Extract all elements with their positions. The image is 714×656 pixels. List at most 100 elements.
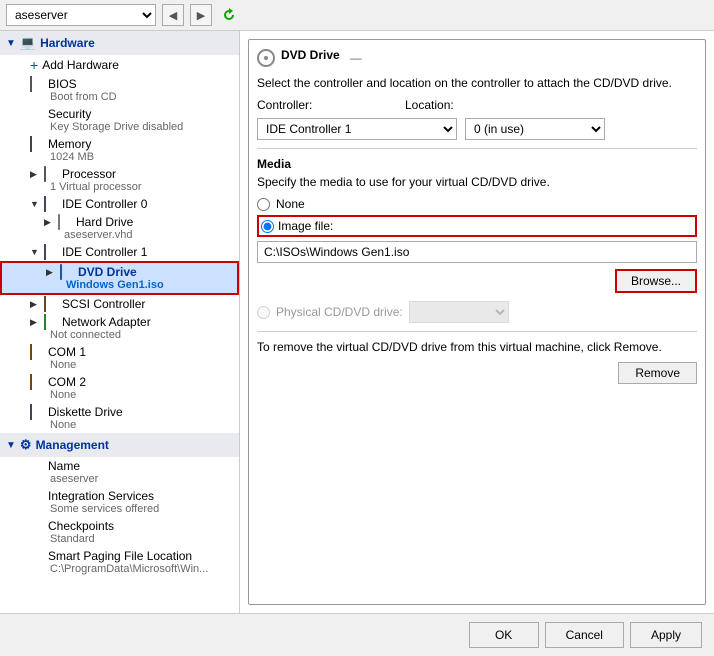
cancel-button[interactable]: Cancel [545,622,624,648]
smart-paging-icon [30,549,44,563]
ide1-expand: ▼ [30,247,40,257]
panel-title: DVD Drive [281,48,340,62]
sidebar-item-scsi[interactable]: ▶ SCSI Controller [0,295,239,313]
management-collapse-arrow: ▼ [6,440,16,451]
remove-section: To remove the virtual CD/DVD drive from … [257,340,697,384]
sidebar-item-com1[interactable]: COM 1 None [0,343,239,373]
com1-icon [30,345,44,359]
hdd-label: Hard Drive [76,215,133,229]
sidebar-item-ide0[interactable]: ▼ IDE Controller 0 [0,195,239,213]
sidebar-item-ide1[interactable]: ▼ IDE Controller 1 [0,243,239,261]
dvd-label: DVD Drive [78,265,137,279]
controller-selects-row: IDE Controller 1 0 (in use) [257,118,697,140]
ide0-icon [44,197,58,211]
network-sub: Not connected [30,329,233,341]
physical-radio[interactable] [257,306,270,319]
image-path-row [257,241,697,263]
image-path-input[interactable] [257,241,697,263]
ok-button[interactable]: OK [469,622,539,648]
sidebar-item-security[interactable]: Security Key Storage Drive disabled [0,105,239,135]
bios-sub: Boot from CD [30,91,233,103]
sidebar-item-add-hardware[interactable]: + Add Hardware [0,55,239,75]
sidebar-item-name[interactable]: Name aseserver [0,457,239,487]
hdd-icon [58,215,72,229]
security-sub: Key Storage Drive disabled [30,121,233,133]
checkpoints-label: Checkpoints [48,519,114,533]
server-select[interactable]: aseserver [6,4,156,26]
sidebar-item-dvd-drive[interactable]: ▶ DVD Drive Windows Gen1.iso [0,261,239,295]
media-title: Media [257,157,697,171]
sidebar-item-smart-paging[interactable]: Smart Paging File Location C:\ProgramDat… [0,547,239,577]
none-radio-label[interactable]: None [276,197,305,211]
security-label: Security [48,107,91,121]
integration-label: Integration Services [48,489,154,503]
com1-label: COM 1 [48,345,86,359]
dvd-drive-header: DVD Drive — [257,48,697,68]
hardware-collapse-arrow: ▼ [6,38,16,49]
sidebar-item-diskette[interactable]: Diskette Drive None [0,403,239,433]
network-icon [44,315,58,329]
processor-expand: ▶ [30,169,40,180]
panel-description: Select the controller and location on th… [257,76,697,90]
location-select[interactable]: 0 (in use) [465,118,605,140]
hardware-section-header[interactable]: ▼ 💻 Hardware [0,31,239,55]
sidebar-item-memory[interactable]: Memory 1024 MB [0,135,239,165]
remove-button[interactable]: Remove [618,362,697,384]
image-file-radio[interactable] [261,220,274,233]
sidebar-item-network[interactable]: ▶ Network Adapter Not connected [0,313,239,343]
com2-icon [30,375,44,389]
com2-label: COM 2 [48,375,86,389]
image-file-label[interactable]: Image file: [278,219,333,233]
controller-label: Controller: [257,98,337,112]
processor-label: Processor [62,167,116,181]
media-group: Media Specify the media to use for your … [257,157,697,323]
dvd-expand: ▶ [46,267,56,278]
sidebar-item-bios[interactable]: BIOS Boot from CD [0,75,239,105]
scsi-label: SCSI Controller [62,297,145,311]
bios-icon [30,77,44,91]
refresh-button[interactable] [218,4,240,26]
sidebar-item-hard-drive[interactable]: ▶ Hard Drive aseserver.vhd [0,213,239,243]
network-label: Network Adapter [62,315,151,329]
management-section-header[interactable]: ▼ ⚙ Management [0,433,239,457]
diskette-icon [30,405,44,419]
checkpoints-icon [30,519,44,533]
sidebar: ▼ 💻 Hardware + Add Hardware BIOS Boot fr… [0,31,240,613]
bios-label: BIOS [48,77,77,91]
remove-desc: To remove the virtual CD/DVD drive from … [257,340,697,354]
physical-row: Physical CD/DVD drive: [257,301,697,323]
forward-button[interactable]: ▶ [190,4,212,26]
sidebar-item-processor[interactable]: ▶ Processor 1 Virtual processor [0,165,239,195]
processor-sub: 1 Virtual processor [30,181,233,193]
controller-select[interactable]: IDE Controller 1 [257,118,457,140]
smart-paging-sub: C:\ProgramData\Microsoft\Win... [30,563,233,575]
remove-divider [257,331,697,332]
location-label: Location: [405,98,454,112]
panel-title-dash: — [350,51,362,65]
sidebar-item-checkpoints[interactable]: Checkpoints Standard [0,517,239,547]
browse-btn-row: Browse... [257,269,697,293]
dvd-sub: Windows Gen1.iso [46,279,233,291]
scsi-expand: ▶ [30,299,40,310]
bottom-bar: OK Cancel Apply [0,613,714,656]
sidebar-item-integration[interactable]: Integration Services Some services offer… [0,487,239,517]
none-radio-row: None [257,197,697,211]
none-radio[interactable] [257,198,270,211]
browse-button[interactable]: Browse... [615,269,697,293]
panel-box: DVD Drive — Select the controller and lo… [248,39,706,605]
hdd-expand: ▶ [44,217,54,228]
add-hardware-label: Add Hardware [42,58,119,72]
ide1-label: IDE Controller 1 [62,245,147,259]
dvd-panel-icon [257,49,275,67]
top-bar: aseserver ◀ ▶ [0,0,714,31]
management-icon: ⚙ [20,437,32,453]
hardware-section-label: Hardware [40,36,95,50]
ide0-label: IDE Controller 0 [62,197,147,211]
apply-button[interactable]: Apply [630,622,702,648]
back-button[interactable]: ◀ [162,4,184,26]
sidebar-item-com2[interactable]: COM 2 None [0,373,239,403]
scsi-icon [44,297,58,311]
memory-label: Memory [48,137,91,151]
controller-row: Controller: Location: [257,98,697,112]
image-file-row: Image file: [257,215,697,237]
